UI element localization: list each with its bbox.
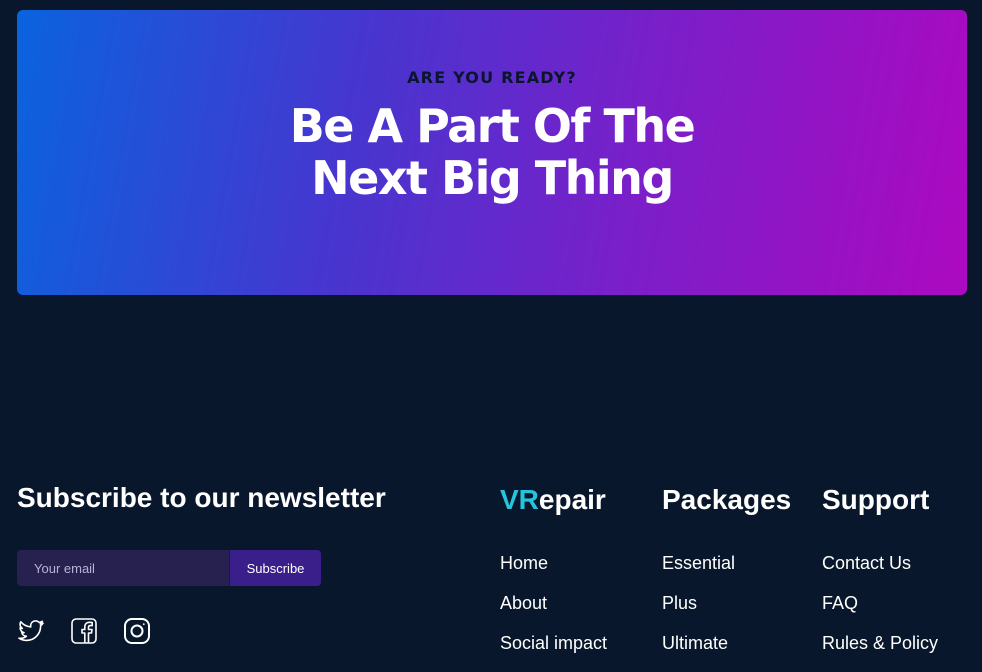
footer-packages-title: Packages (662, 484, 792, 515)
footer-link-about[interactable]: About (500, 593, 547, 613)
footer-link-social-impact[interactable]: Social impact (500, 633, 607, 653)
footer-link-home[interactable]: Home (500, 553, 548, 573)
footer-link-plus[interactable]: Plus (662, 593, 697, 613)
cta-heading-line-1: Be A Part Of The (289, 99, 696, 153)
facebook-link[interactable] (70, 617, 98, 645)
cta-eyebrow: ARE YOU READY? (407, 68, 577, 87)
footer-brand-column: VRepair Home About Social impact (500, 482, 607, 653)
footer-link-essential[interactable]: Essential (662, 553, 735, 573)
footer-support-column: Support Contact Us FAQ Rules & Policy (822, 482, 938, 653)
footer-brand-title: VRepair (500, 482, 606, 518)
footer-link-ultimate[interactable]: Ultimate (662, 633, 728, 653)
footer-link-rules-policy[interactable]: Rules & Policy (822, 633, 938, 653)
footer-brand-links: Home About Social impact (500, 552, 607, 672)
footer-support-title: Support (822, 484, 930, 515)
footer-packages-links: Essential Plus Ultimate (662, 552, 735, 672)
newsletter-title: Subscribe to our newsletter (17, 482, 386, 513)
brand-accent: VR (500, 484, 539, 515)
footer-link-faq[interactable]: FAQ (822, 593, 858, 613)
newsletter-form: Subscribe (17, 550, 321, 586)
social-links (17, 617, 176, 645)
twitter-link[interactable] (17, 617, 45, 645)
subscribe-button[interactable]: Subscribe (229, 550, 321, 586)
instagram-link[interactable] (123, 617, 151, 645)
footer-support-links: Contact Us FAQ Rules & Policy (822, 552, 938, 672)
footer-link-contact-us[interactable]: Contact Us (822, 553, 911, 573)
twitter-icon (18, 620, 44, 642)
brand-rest: epair (538, 484, 606, 515)
cta-heading-line-2: Next Big Thing (311, 151, 674, 205)
cta-heading: Be A Part Of The Next Big Thing (17, 100, 967, 204)
footer-packages-column: Packages Essential Plus Ultimate (662, 482, 792, 653)
facebook-icon (71, 618, 97, 644)
cta-banner: ARE YOU READY? Be A Part Of The Next Big… (17, 10, 967, 295)
instagram-icon (124, 618, 150, 644)
email-input[interactable] (17, 550, 229, 586)
